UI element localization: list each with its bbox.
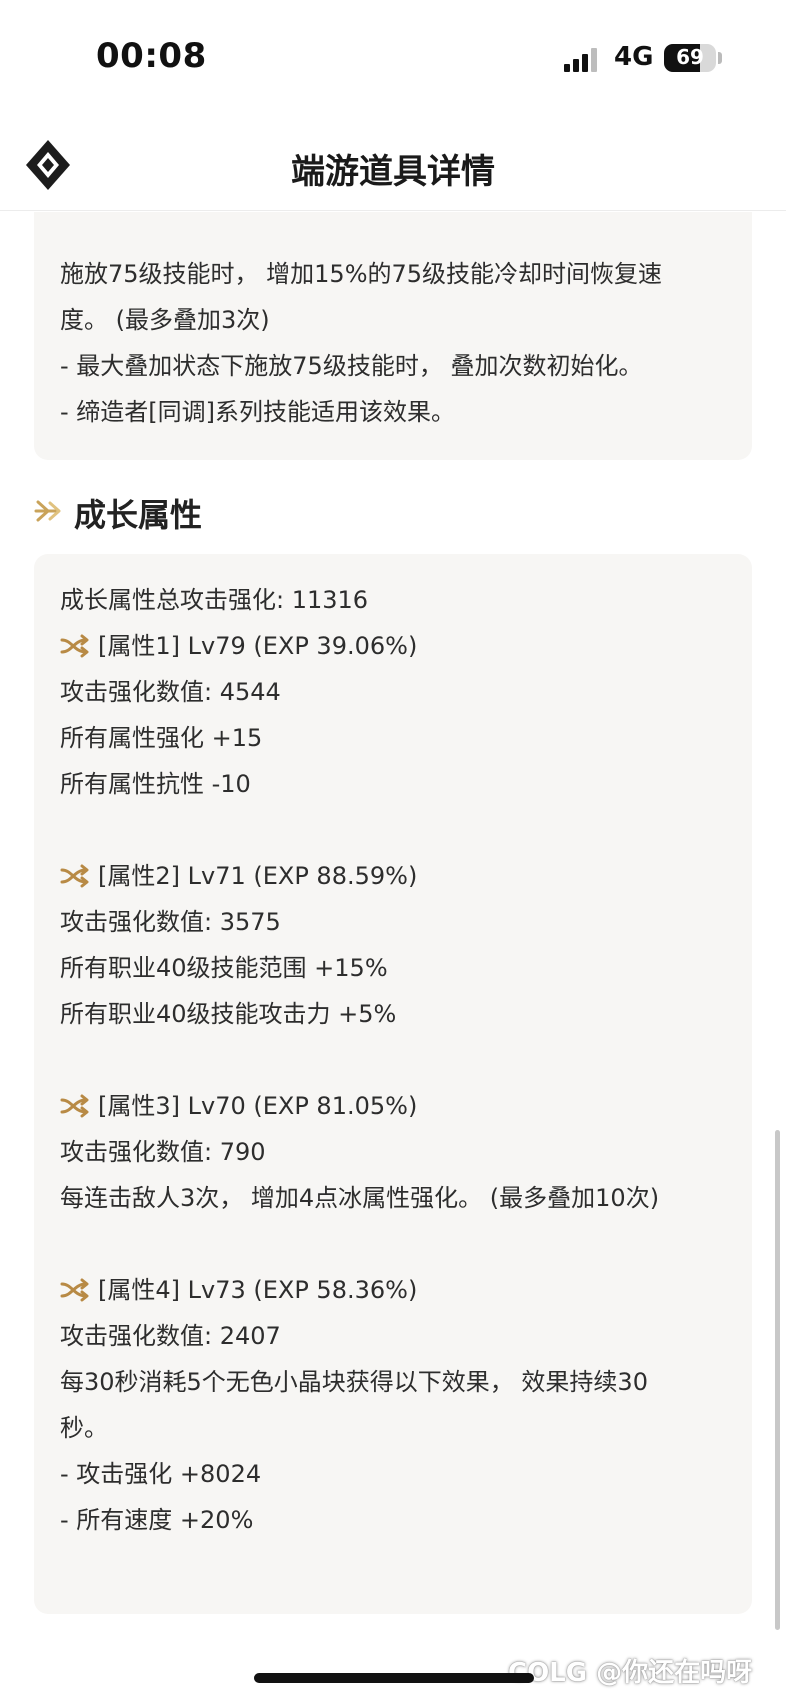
signal-icon: [564, 46, 604, 72]
effect-line: 施放75级技能时， 增加15%的75级技能冷却时间恢复速: [60, 260, 663, 288]
attribute-line: 秒。: [60, 1414, 108, 1442]
attribute-line: 所有属性抗性 -10: [60, 770, 251, 798]
attribute-header: [属性1] Lv79 (EXP 39.06%): [60, 630, 417, 662]
growth-card: [34, 554, 752, 1614]
attribute-line: 所有职业40级技能攻击力 +5%: [60, 1000, 397, 1028]
shuffle-icon: [60, 634, 96, 658]
attribute-line: 攻击强化数值: 2407: [60, 1322, 281, 1350]
attribute-header: [属性4] Lv73 (EXP 58.36%): [60, 1274, 417, 1306]
home-indicator[interactable]: [254, 1673, 534, 1683]
nav-bar: 端游道具详情: [0, 120, 786, 211]
attribute-line: - 所有速度 +20%: [60, 1506, 254, 1534]
attribute-line: 每30秒消耗5个无色小晶块获得以下效果， 效果持续30: [60, 1368, 648, 1396]
battery-level: 69: [676, 45, 704, 69]
attribute-line: - 攻击强化 +8024: [60, 1460, 262, 1488]
attribute-line: 攻击强化数值: 3575: [60, 908, 281, 936]
effect-line: 度。 (最多叠加3次): [60, 306, 270, 334]
attribute-title: [属性2] Lv71 (EXP 88.59%): [98, 862, 418, 890]
effect-line: - 最大叠加状态下施放75级技能时， 叠加次数初始化。: [60, 352, 643, 380]
watermark: COLG @你还在吗呀: [508, 1658, 753, 1688]
network-type: 4G: [614, 42, 654, 72]
shuffle-icon: [60, 864, 96, 888]
battery-icon: 69: [664, 44, 716, 72]
battery-tip: [718, 52, 722, 64]
page-title: 端游道具详情: [291, 152, 495, 192]
attribute-title: [属性3] Lv70 (EXP 81.05%): [98, 1092, 418, 1120]
status-time: 00:08: [96, 36, 207, 76]
shuffle-icon: [60, 1278, 96, 1302]
growth-total: 成长属性总攻击强化: 11316: [60, 586, 369, 614]
status-bar: 00:08 4G 69: [0, 0, 786, 110]
section-title: 成长属性: [74, 496, 203, 534]
attribute-line: 攻击强化数值: 790: [60, 1138, 266, 1166]
effect-line: - 缔造者[同调]系列技能适用该效果。: [60, 398, 456, 426]
attribute-line: 每连击敌人3次， 增加4点冰属性强化。 (最多叠加10次): [60, 1184, 660, 1212]
attribute-title: [属性1] Lv79 (EXP 39.06%): [98, 632, 418, 660]
attribute-header: [属性2] Lv71 (EXP 88.59%): [60, 860, 417, 892]
attribute-line: 所有属性强化 +15: [60, 724, 263, 752]
double-arrow-icon: [34, 498, 64, 524]
shuffle-icon: [60, 1094, 96, 1118]
attribute-header: [属性3] Lv70 (EXP 81.05%): [60, 1090, 417, 1122]
attribute-line: 攻击强化数值: 4544: [60, 678, 281, 706]
attribute-title: [属性4] Lv73 (EXP 58.36%): [98, 1276, 418, 1304]
scrollbar[interactable]: [775, 1130, 780, 1630]
attribute-line: 所有职业40级技能范围 +15%: [60, 954, 388, 982]
